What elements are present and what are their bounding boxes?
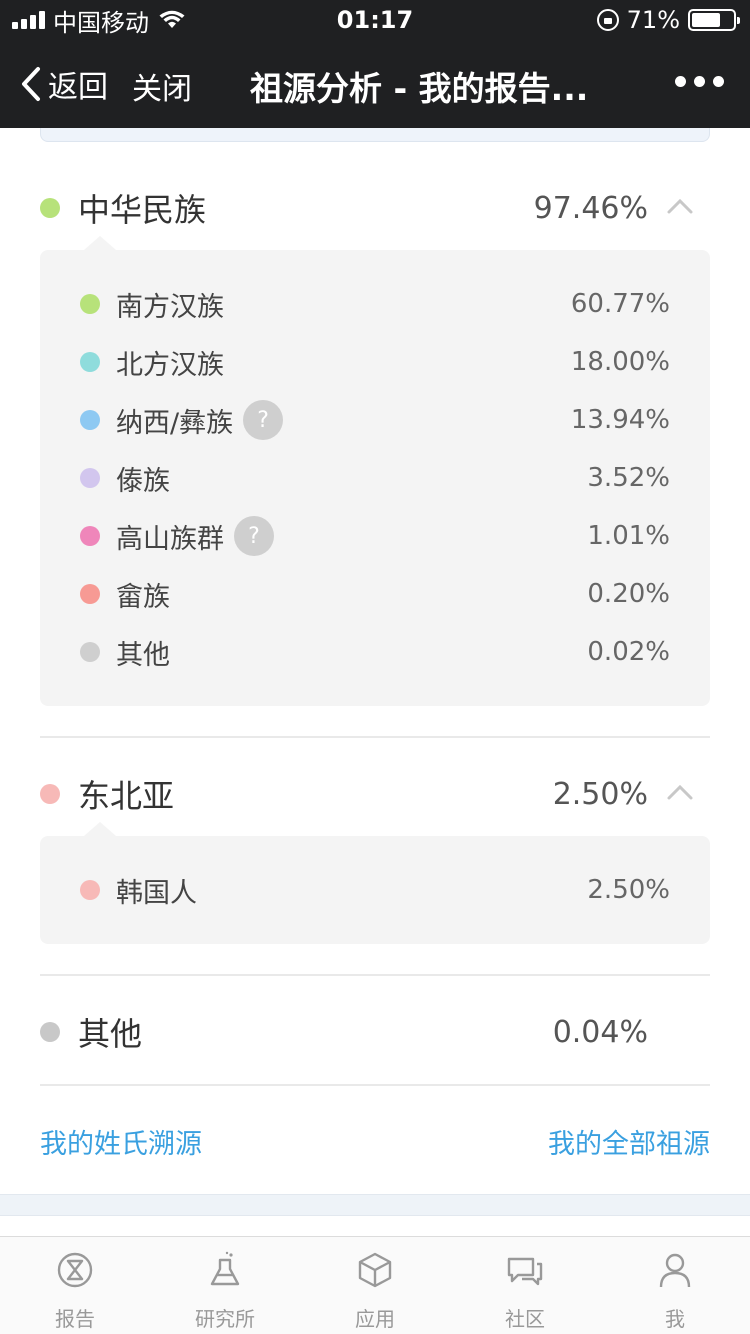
subgroup-name: 纳西/彝族 [116,407,234,439]
status-right: 71% [596,6,740,34]
chat-bubbles-icon [507,1257,543,1286]
group-header-northeast-asia[interactable]: 东北亚 2.50% [40,764,710,824]
group-color-dot [40,784,60,804]
tab-report[interactable]: 报告 [0,1237,150,1334]
subgroup-name: 高山族群 [116,523,224,555]
ancestry-subgroup-row: 北方汉族 18.00% [80,340,670,384]
subgroup-color-dot [80,352,100,372]
status-bar: 中国移动 01:17 71% [0,0,750,40]
ancestry-subgroup-row: 南方汉族 60.77% [80,282,670,326]
subgroup-percent: 13.94% [570,405,670,435]
flask-icon [210,1251,240,1286]
divider [40,974,710,976]
ancestry-subgroup-row: 傣族 3.52% [80,456,670,500]
group-name: 东北亚 [78,777,175,815]
help-icon[interactable]: ? [234,516,274,556]
ancestry-subgroup-row: 韩国人 2.50% [80,868,670,912]
back-button[interactable]: 返回 [20,62,108,106]
subgroup-panel-chinese: 南方汉族 60.77% 北方汉族 18.00% 纳西/彝族? 13.94% 傣族 3.52% 高… [40,236,710,706]
subgroup-percent: 60.77% [570,289,670,319]
tab-apps[interactable]: 应用 [300,1237,450,1334]
nav-bar: 返回 关闭 祖源分析 - 我的报告... [0,40,750,128]
tab-institute[interactable]: 研究所 [150,1237,300,1334]
subgroup-color-dot [80,526,100,546]
cube-icon [358,1252,392,1288]
all-ancestry-link[interactable]: 我的全部祖源 [548,1122,710,1161]
subgroup-color-dot [80,584,100,604]
subgroup-name: 其他 [116,639,170,671]
surname-origin-link[interactable]: 我的姓氏溯源 [40,1122,202,1161]
tab-label: 应用 [355,1307,395,1331]
subgroup-percent: 0.20% [587,579,670,609]
subgroup-name: 傣族 [116,465,170,497]
page-title: 祖源分析 - 我的报告... [250,69,589,108]
battery-icon [688,9,740,31]
chevron-left-icon [22,67,40,101]
back-label: 返回 [48,70,108,105]
subgroup-color-dot [80,468,100,488]
report-card-bottom [40,128,710,142]
ancestry-subgroup-row: 高山族群? 1.01% [80,514,670,558]
tab-label: 报告 [55,1307,95,1331]
ancestry-subgroup-row: 纳西/彝族? 13.94% [80,398,670,442]
chevron-up-icon[interactable] [666,196,694,216]
divider [40,736,710,738]
subgroup-name: 畲族 [116,581,170,613]
divider [40,1084,710,1086]
tab-bar: 报告 研究所 应用 社区 我 [0,1236,750,1334]
tab-community[interactable]: 社区 [450,1237,600,1334]
subgroup-percent: 3.52% [587,463,670,493]
close-button[interactable]: 关闭 [132,64,192,108]
help-icon[interactable]: ? [243,400,284,440]
dna-report-icon [57,1252,93,1288]
group-name: 其他 [78,1015,143,1053]
rotation-lock-icon [596,9,619,31]
subgroup-color-dot [80,410,100,430]
tab-me[interactable]: 我 [600,1237,750,1334]
panel-pointer [84,236,116,250]
group-percent: 2.50% [552,776,648,812]
subgroup-name: 南方汉族 [116,291,224,323]
battery-percent: 71% [626,6,680,34]
subgroup-percent: 0.02% [587,637,670,667]
more-options-icon[interactable] [675,76,724,87]
tab-label: 我 [665,1307,685,1331]
subgroup-percent: 1.01% [587,521,670,551]
group-percent: 0.04% [552,1014,648,1050]
subgroup-percent: 2.50% [587,875,670,905]
ancestry-subgroup-row: 畲族 0.20% [80,572,670,616]
chevron-up-icon[interactable] [666,782,694,802]
ancestry-subgroup-row: 其他 0.02% [80,630,670,674]
panel-pointer [84,822,116,836]
subgroup-color-dot [80,642,100,662]
tab-label: 研究所 [195,1307,255,1331]
person-icon [659,1253,691,1288]
subgroup-percent: 18.00% [570,347,670,377]
subgroup-color-dot [80,294,100,314]
group-header-chinese[interactable]: 中华民族 97.46% [40,178,710,238]
battery-fill [692,13,721,27]
group-header-other: 其他 0.04% [40,1002,710,1062]
group-percent: 97.46% [533,190,648,226]
subgroup-name: 韩国人 [116,877,197,909]
subgroup-panel-northeast-asia: 韩国人 2.50% [40,822,710,944]
subgroup-name: 北方汉族 [116,349,224,381]
section-separator [0,1194,750,1216]
subgroup-color-dot [80,880,100,900]
group-name: 中华民族 [78,191,207,229]
tab-label: 社区 [505,1307,545,1331]
group-color-dot [40,1022,60,1042]
group-color-dot [40,198,60,218]
